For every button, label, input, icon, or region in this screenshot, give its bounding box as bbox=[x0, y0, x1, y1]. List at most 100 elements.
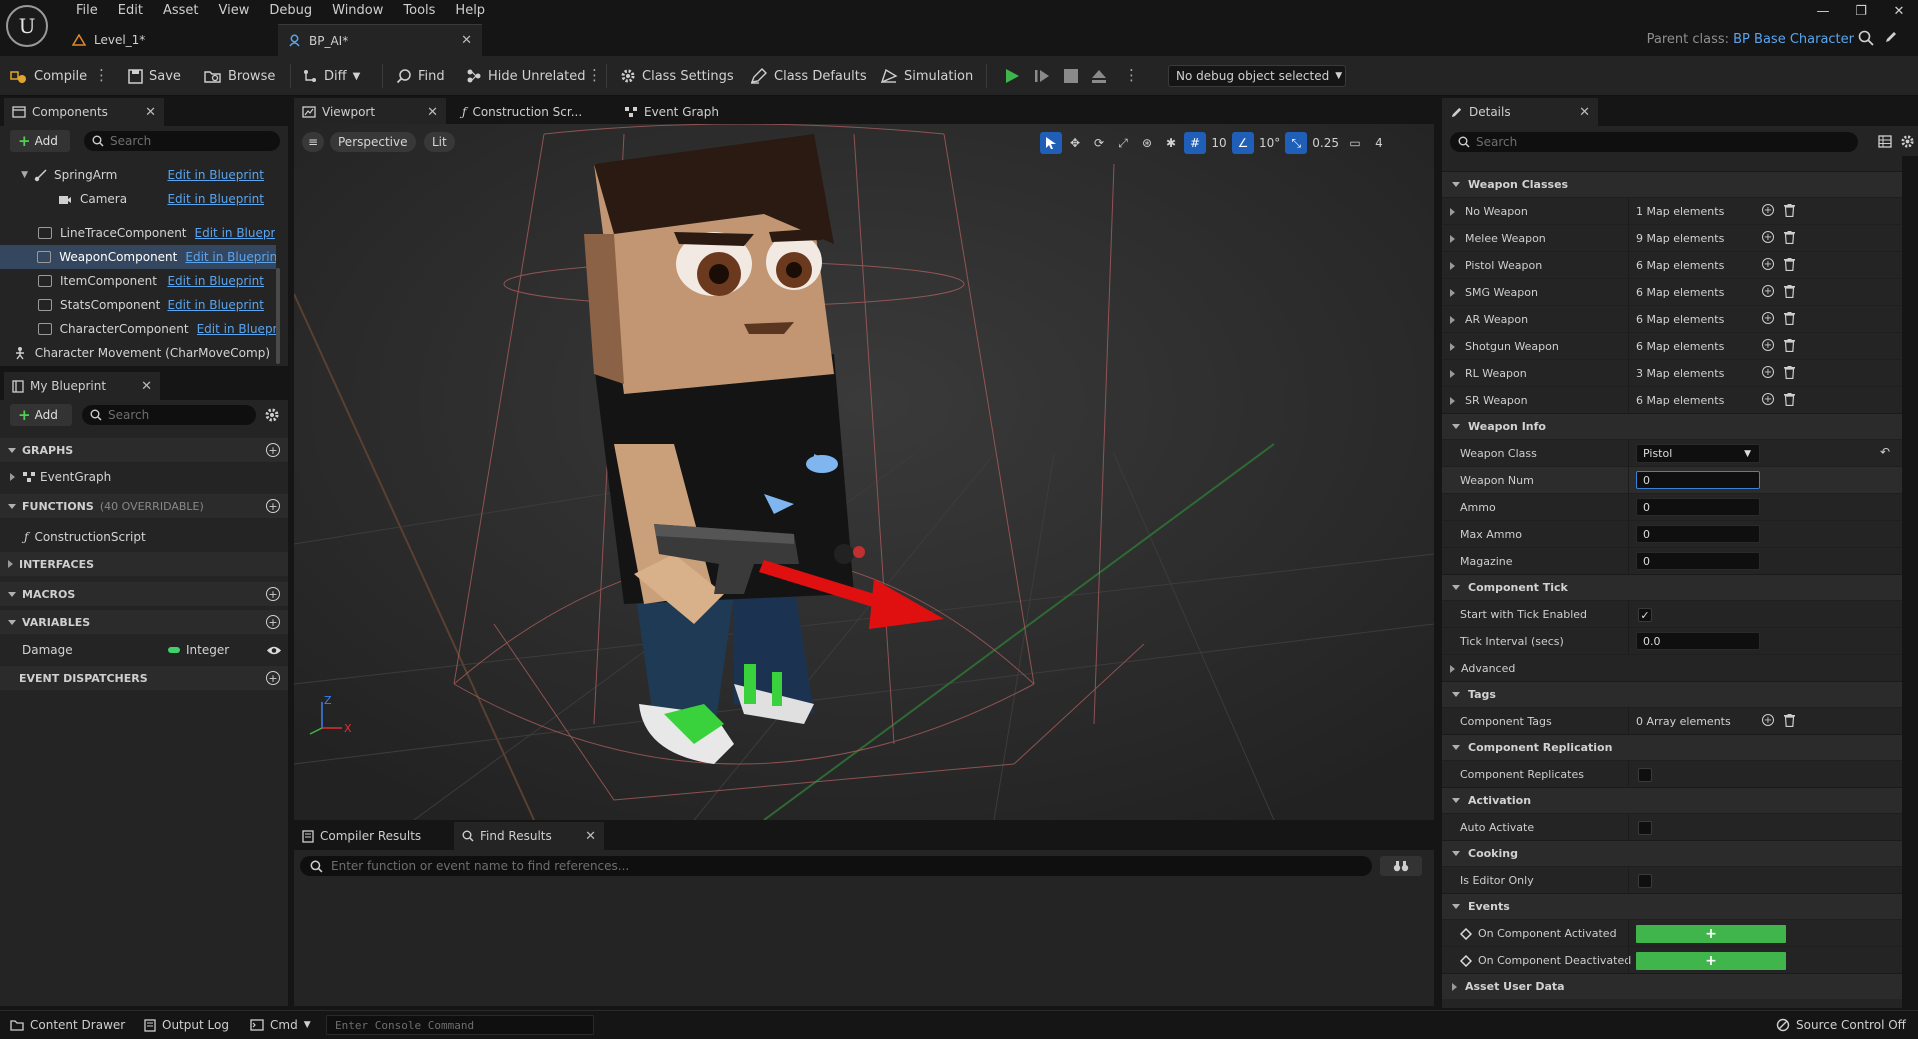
tick-interval-input[interactable]: 0.0 bbox=[1636, 632, 1760, 650]
tab-event-graph[interactable]: Event Graph bbox=[616, 98, 736, 126]
unreal-logo[interactable]: U bbox=[6, 5, 48, 47]
section-interfaces[interactable]: INTERFACES bbox=[0, 552, 288, 576]
chevron-right-icon[interactable] bbox=[1450, 342, 1455, 351]
add-component-button[interactable]: + Add bbox=[10, 130, 70, 152]
world-local-icon[interactable]: ⊛ bbox=[1136, 132, 1158, 154]
edit-in-blueprint-link[interactable]: Edit in Blueprint bbox=[185, 250, 276, 264]
debug-object-select[interactable]: No debug object selected ▼ bbox=[1168, 65, 1346, 87]
search-icon[interactable] bbox=[1858, 30, 1874, 46]
class-settings-button[interactable]: Class Settings bbox=[620, 56, 734, 96]
move-mode-icon[interactable]: ✥ bbox=[1064, 132, 1086, 154]
start-tick-checkbox[interactable]: ✓ bbox=[1638, 608, 1652, 622]
find-button[interactable]: Find bbox=[396, 56, 445, 96]
compile-options-icon[interactable]: ⋮ bbox=[94, 66, 109, 84]
section-weapon-info[interactable]: Weapon Info bbox=[1442, 413, 1902, 439]
compile-button[interactable]: Compile bbox=[10, 56, 87, 96]
trash-icon[interactable] bbox=[1784, 231, 1795, 244]
tab-compiler-results[interactable]: Compiler Results bbox=[294, 822, 448, 850]
source-control-button[interactable]: Source Control Off bbox=[1776, 1011, 1906, 1039]
rotation-snap-value[interactable]: 10° bbox=[1256, 132, 1283, 154]
editor-only-checkbox[interactable] bbox=[1638, 874, 1652, 888]
tab-details[interactable]: Details ✕ bbox=[1442, 98, 1598, 126]
trash-icon[interactable] bbox=[1784, 393, 1795, 406]
add-dispatcher-icon[interactable]: + bbox=[266, 671, 280, 685]
variable-type[interactable]: Integer bbox=[186, 643, 229, 657]
console-command-input[interactable]: Enter Console Command bbox=[326, 1015, 594, 1035]
section-macros[interactable]: MACROS + bbox=[0, 582, 288, 606]
chevron-right-icon[interactable] bbox=[1450, 369, 1455, 378]
edit-in-blueprint-link[interactable]: Edit in Blueprint bbox=[197, 322, 276, 336]
close-window-icon[interactable]: ✕ bbox=[1880, 4, 1918, 19]
surface-snap-icon[interactable]: ✱ bbox=[1160, 132, 1182, 154]
section-asset-user-data[interactable]: Asset User Data bbox=[1442, 973, 1902, 999]
close-icon[interactable]: ✕ bbox=[461, 33, 472, 48]
component-stats[interactable]: StatsComponent Edit in Blueprint bbox=[0, 293, 276, 317]
edit-in-blueprint-link[interactable]: Edit in Blueprint bbox=[167, 192, 264, 206]
diff-button[interactable]: Diff ▼ bbox=[302, 56, 360, 96]
section-functions[interactable]: FUNCTIONS (40 OVERRIDABLE) + bbox=[0, 494, 288, 518]
add-function-icon[interactable]: + bbox=[266, 499, 280, 513]
find-references-input[interactable]: Enter function or event name to find ref… bbox=[300, 856, 1372, 876]
max-ammo-input[interactable]: 0 bbox=[1636, 525, 1760, 543]
class-defaults-button[interactable]: Class Defaults bbox=[750, 56, 867, 96]
edit-in-blueprint-link[interactable]: Edit in Blueprint bbox=[195, 226, 275, 240]
weapon-class-select[interactable]: Pistol ▼ bbox=[1636, 444, 1760, 463]
close-icon[interactable]: ✕ bbox=[145, 105, 156, 120]
rotate-mode-icon[interactable]: ⟳ bbox=[1088, 132, 1110, 154]
trash-icon[interactable] bbox=[1784, 714, 1795, 727]
section-event-dispatchers[interactable]: EVENT DISPATCHERS + bbox=[0, 666, 288, 690]
restore-icon[interactable]: ❐ bbox=[1842, 4, 1880, 19]
close-icon[interactable]: ✕ bbox=[141, 379, 152, 394]
perspective-button[interactable]: Perspective bbox=[330, 132, 416, 152]
add-on-deactivated-button[interactable]: + bbox=[1636, 952, 1786, 970]
menu-debug[interactable]: Debug bbox=[259, 0, 322, 22]
table-view-icon[interactable] bbox=[1878, 135, 1892, 148]
chevron-right-icon[interactable] bbox=[1450, 261, 1455, 270]
tab-find-results[interactable]: Find Results ✕ bbox=[454, 822, 604, 850]
edit-pencil-icon[interactable] bbox=[1884, 30, 1898, 44]
add-element-icon[interactable]: + bbox=[1762, 312, 1774, 324]
section-tags[interactable]: Tags bbox=[1442, 681, 1902, 707]
tab-viewport[interactable]: Viewport ✕ bbox=[294, 98, 446, 126]
trash-icon[interactable] bbox=[1784, 339, 1795, 352]
scale-snap-icon[interactable]: ⤡ bbox=[1285, 132, 1308, 154]
tab-level[interactable]: Level_1* bbox=[62, 24, 272, 56]
close-icon[interactable]: ✕ bbox=[585, 829, 596, 844]
component-springarm[interactable]: ▼ SpringArm Edit in Blueprint bbox=[0, 163, 276, 187]
close-icon[interactable]: ✕ bbox=[1579, 105, 1590, 120]
content-drawer-button[interactable]: Content Drawer bbox=[10, 1011, 125, 1039]
graph-event-graph[interactable]: EventGraph bbox=[0, 464, 288, 490]
grid-snap-icon[interactable]: # bbox=[1184, 132, 1206, 154]
parent-class-link[interactable]: BP Base Character bbox=[1733, 32, 1854, 47]
component-camera[interactable]: Camera Edit in Blueprint bbox=[0, 187, 276, 211]
add-macro-icon[interactable]: + bbox=[266, 587, 280, 601]
weapon-num-input[interactable]: 0 bbox=[1636, 471, 1760, 489]
step-icon[interactable] bbox=[1034, 68, 1050, 84]
component-weapon[interactable]: WeaponComponent Edit in Blueprint bbox=[0, 245, 276, 269]
menu-edit[interactable]: Edit bbox=[108, 0, 153, 22]
play-icon[interactable] bbox=[1004, 68, 1020, 84]
add-variable-icon[interactable]: + bbox=[266, 615, 280, 629]
browse-button[interactable]: Browse bbox=[204, 56, 275, 96]
scale-mode-icon[interactable]: ⤢ bbox=[1112, 132, 1134, 154]
add-on-activated-button[interactable]: + bbox=[1636, 925, 1786, 943]
scale-snap-value[interactable]: 0.25 bbox=[1309, 132, 1342, 154]
section-component-replication[interactable]: Component Replication bbox=[1442, 734, 1902, 760]
edit-in-blueprint-link[interactable]: Edit in Blueprint bbox=[167, 168, 264, 182]
tab-components[interactable]: Components ✕ bbox=[4, 98, 164, 126]
select-mode-icon[interactable] bbox=[1040, 132, 1062, 154]
scrollbar[interactable] bbox=[276, 268, 280, 364]
section-cooking[interactable]: Cooking bbox=[1442, 840, 1902, 866]
viewport-3d[interactable]: Z X ≡ Perspective Lit ✥ ⟳ ⤢ ⊛ ✱ # 10 ∠ 1… bbox=[294, 124, 1434, 820]
section-component-tick[interactable]: Component Tick bbox=[1442, 574, 1902, 600]
chevron-right-icon[interactable] bbox=[1450, 315, 1455, 324]
add-element-icon[interactable]: + bbox=[1762, 258, 1774, 270]
section-variables[interactable]: VARIABLES + bbox=[0, 610, 288, 634]
save-button[interactable]: Save bbox=[128, 56, 181, 96]
edit-in-blueprint-link[interactable]: Edit in Blueprint bbox=[167, 298, 264, 312]
rotation-snap-icon[interactable]: ∠ bbox=[1232, 132, 1254, 154]
tab-blueprint[interactable]: BP_AI* ✕ bbox=[278, 24, 482, 56]
trash-icon[interactable] bbox=[1784, 258, 1795, 271]
add-element-icon[interactable]: + bbox=[1762, 204, 1774, 216]
magazine-input[interactable]: 0 bbox=[1636, 552, 1760, 570]
